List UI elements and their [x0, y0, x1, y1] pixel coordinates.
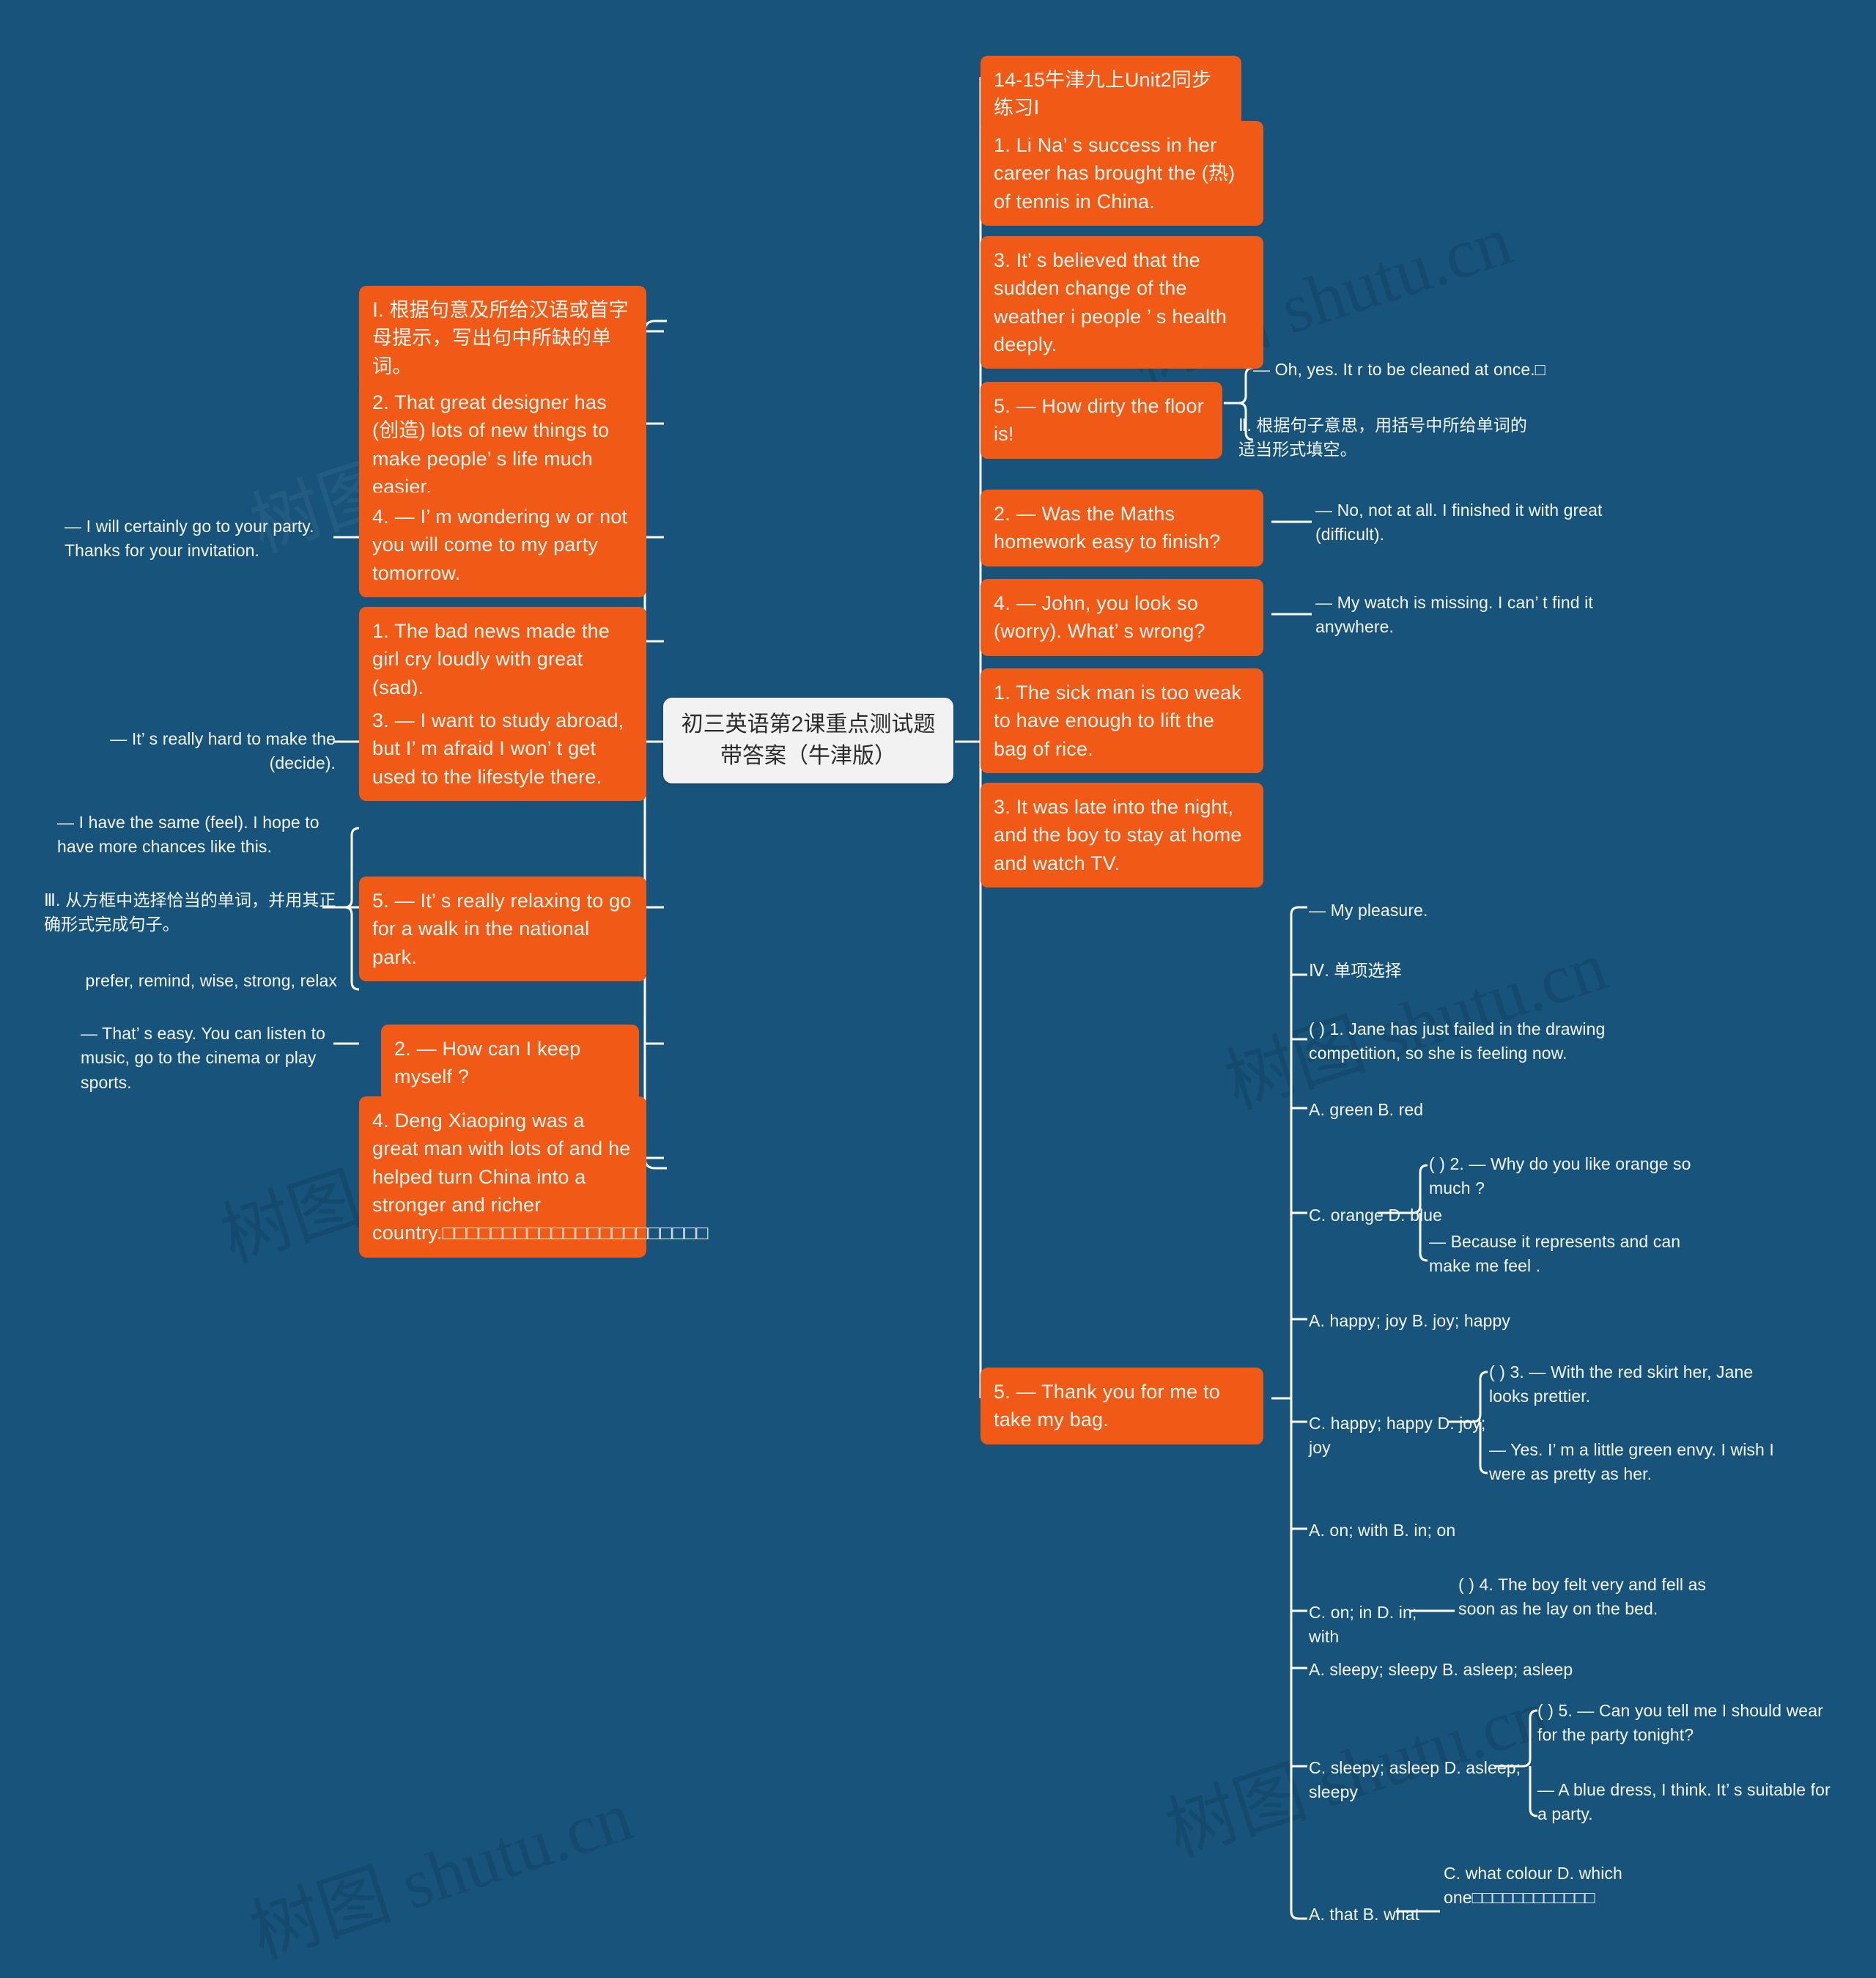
- node-right-6[interactable]: 4. — John, you look so (worry). What’ s …: [981, 579, 1263, 656]
- leaf-left-6[interactable]: — That’ s easy. You can listen to music,…: [81, 1022, 336, 1095]
- leaf-right-6[interactable]: Ⅳ. 单项选择: [1309, 959, 1617, 983]
- leaf-right-5[interactable]: — My pleasure.: [1309, 898, 1617, 923]
- node-right-8[interactable]: 3. It was late into the night, and the b…: [981, 783, 1263, 887]
- leaf-left-5[interactable]: prefer, remind, wise, strong, relax: [44, 969, 337, 993]
- leaf-right-16[interactable]: A. on; with B. in; on: [1309, 1518, 1602, 1543]
- node-left-6[interactable]: 5. — It’ s really relaxing to go for a w…: [359, 877, 646, 981]
- node-left-3[interactable]: 4. — I’ m wondering w or not you will co…: [359, 492, 646, 597]
- leaf-right-15[interactable]: — Yes. I’ m a little green envy. I wish …: [1489, 1438, 1782, 1487]
- node-right-4[interactable]: 5. — How dirty the floor is!: [981, 382, 1222, 459]
- node-right-9[interactable]: 5. — Thank you for me to take my bag.: [981, 1368, 1263, 1444]
- node-left-8[interactable]: 4. Deng Xiaoping was a great man with lo…: [359, 1096, 709, 1258]
- leaf-right-1[interactable]: — Oh, yes. It r to be cleaned at once.□: [1253, 358, 1561, 382]
- node-right-5[interactable]: 2. — Was the Maths homework easy to fini…: [981, 490, 1263, 567]
- leaf-right-11[interactable]: — Because it represents and can make me …: [1429, 1230, 1722, 1279]
- node-right-3[interactable]: 3. It’ s believed that the sudden change…: [981, 236, 1263, 369]
- leaf-right-12[interactable]: A. happy; joy B. joy; happy: [1309, 1309, 1617, 1333]
- node-right-2[interactable]: 1. Li Na’ s success in her career has br…: [981, 121, 1263, 226]
- leaf-right-14[interactable]: ( ) 3. — With the red skirt her, Jane lo…: [1489, 1360, 1782, 1409]
- mindmap-canvas: 树图 shutu.cn 树图 shutu.cn 树图 shutu.cn 树图 s…: [0, 0, 1876, 1973]
- node-left-2[interactable]: 2. That great designer has (创造) lots of …: [359, 378, 646, 512]
- leaf-right-17[interactable]: C. on; in D. in; with: [1309, 1601, 1448, 1650]
- leaf-right-21[interactable]: ( ) 5. — Can you tell me I should wear f…: [1537, 1699, 1831, 1748]
- leaf-right-10[interactable]: ( ) 2. — Why do you like orange so much …: [1429, 1152, 1722, 1201]
- leaf-right-4[interactable]: — My watch is missing. I can’ t find it …: [1315, 591, 1609, 640]
- leaf-left-3[interactable]: — I have the same (feel). I hope to have…: [57, 811, 336, 860]
- leaf-right-13[interactable]: C. happy; happy D. joy; joy: [1309, 1411, 1499, 1461]
- leaf-left-4[interactable]: Ⅲ. 从方框中选择恰当的单词，并用其正确形式完成句子。: [44, 888, 337, 937]
- leaf-right-22[interactable]: — A blue dress, I think. It’ s suitable …: [1537, 1778, 1831, 1827]
- leaf-right-2[interactable]: Ⅱ. 根据句子意思，用括号中所给单词的适当形式填空。: [1238, 413, 1532, 462]
- node-left-5[interactable]: 3. — I want to study abroad, but I’ m af…: [359, 696, 646, 801]
- node-right-7[interactable]: 1. The sick man is too weak to have enou…: [981, 668, 1263, 773]
- node-left-7[interactable]: 2. — How can I keep myself ?: [381, 1025, 639, 1101]
- leaf-right-24[interactable]: C. what colour D. which one□□□□□□□□□□□□: [1444, 1861, 1722, 1911]
- leaf-right-8[interactable]: A. green B. red: [1309, 1098, 1617, 1122]
- watermark: 树图 shutu.cn: [241, 1776, 641, 1974]
- leaf-right-3[interactable]: — No, not at all. I finished it with gre…: [1315, 498, 1609, 547]
- leaf-left-2[interactable]: — It’ s really hard to make the (decide)…: [64, 727, 336, 776]
- leaf-right-19[interactable]: A. sleepy; sleepy B. asleep; asleep: [1309, 1658, 1602, 1682]
- leaf-right-18[interactable]: ( ) 4. The boy felt very and fell as soo…: [1458, 1573, 1737, 1622]
- leaf-left-1[interactable]: — I will certainly go to your party. Tha…: [64, 514, 336, 564]
- leaf-right-23[interactable]: A. that B. what: [1309, 1903, 1448, 1927]
- node-left-1[interactable]: Ⅰ. 根据句意及所给汉语或首字母提示，写出句中所缺的单词。: [359, 286, 646, 391]
- root-node[interactable]: 初三英语第2课重点测试题带答案（牛津版）: [663, 698, 953, 784]
- leaf-right-9[interactable]: C. orange D. blue: [1309, 1203, 1455, 1228]
- leaf-right-7[interactable]: ( ) 1. Jane has just failed in the drawi…: [1309, 1017, 1624, 1066]
- leaf-right-20[interactable]: C. sleepy; asleep D. asleep; sleepy: [1309, 1756, 1529, 1805]
